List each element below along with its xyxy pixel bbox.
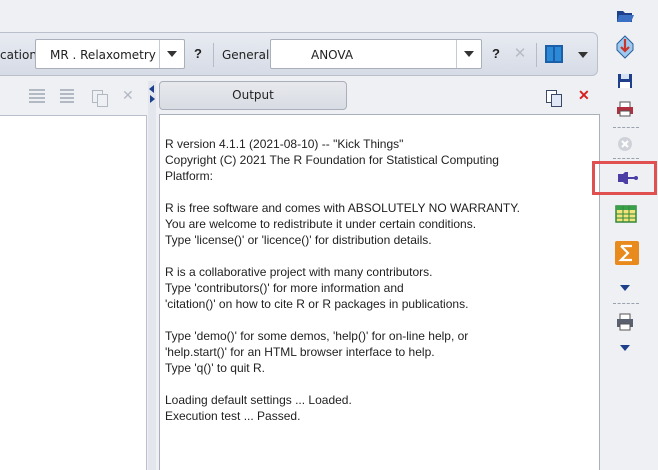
output-console[interactable]: R version 4.1.1 (2021-08-10) -- "Kick Th… <box>159 114 600 470</box>
console-line: Execution test ... Passed. <box>165 409 301 423</box>
close-icon[interactable]: ✕ <box>122 88 134 104</box>
console-line: 'help.start()' for an HTML browser inter… <box>165 345 435 359</box>
format-lines-icon[interactable] <box>29 89 45 105</box>
sum-icon[interactable] <box>615 241 639 265</box>
console-line: Platform: <box>165 169 214 183</box>
console-line: You are welcome to redistribute it under… <box>165 217 477 231</box>
tab-output[interactable]: Output <box>159 81 347 110</box>
toolbar-divider <box>613 303 639 304</box>
general-help-button[interactable]: ? <box>485 43 507 65</box>
more-caret-icon[interactable] <box>620 345 630 351</box>
console-line: Type 'q()' to quit R. <box>165 361 265 375</box>
close-output-icon[interactable]: ✕ <box>578 87 590 104</box>
collapse-left-icon[interactable] <box>149 85 154 93</box>
more-caret-icon[interactable] <box>620 285 630 291</box>
left-panel-toolbar: ✕ <box>0 81 147 115</box>
toolbar-divider <box>613 127 639 128</box>
toolbar-divider <box>613 158 639 159</box>
general-close-button[interactable]: ✕ <box>509 43 531 65</box>
save-icon[interactable] <box>615 71 635 91</box>
console-line: Copyright (C) 2021 The R Foundation for … <box>165 153 499 167</box>
general-label: General <box>222 48 270 62</box>
console-line: R is a collaborative project with many c… <box>165 265 433 279</box>
console-text: R version 4.1.1 (2021-08-10) -- "Kick Th… <box>165 136 585 424</box>
console-line: R version 4.1.1 (2021-08-10) -- "Kick Th… <box>165 137 404 151</box>
console-line: 'citation()' on how to cite R or R packa… <box>165 297 469 311</box>
chevron-down-icon[interactable] <box>159 40 184 68</box>
location-select-value: MR . Relaxometry <box>50 48 156 62</box>
toolbar-divider <box>536 43 537 67</box>
console-line: Type 'contributors()' for more informati… <box>165 281 404 295</box>
copy-output-icon[interactable] <box>545 89 562 107</box>
location-help-button[interactable]: ? <box>187 43 209 65</box>
chevron-down-icon[interactable] <box>578 52 588 58</box>
location-select[interactable]: MR . Relaxometry <box>35 39 185 69</box>
layout-icon[interactable] <box>545 45 563 63</box>
table-icon[interactable] <box>615 204 637 224</box>
console-line: Type 'demo()' for some demos, 'help()' f… <box>165 329 469 343</box>
console-line: Type 'license()' or 'licence()' for dist… <box>165 233 432 247</box>
copy-icon[interactable] <box>91 89 108 107</box>
import-icon[interactable] <box>615 35 635 59</box>
highlight-box <box>592 161 657 195</box>
open-folder-icon[interactable] <box>615 6 635 26</box>
console-line: Loading default settings ... Loaded. <box>165 393 352 407</box>
print-preview-icon[interactable] <box>615 312 635 332</box>
toolbar-divider <box>213 43 214 67</box>
print-icon[interactable] <box>615 99 635 119</box>
cancel-icon <box>618 137 632 151</box>
chevron-down-icon[interactable] <box>456 40 481 68</box>
align-lines-icon[interactable] <box>60 89 74 105</box>
location-label: cation <box>0 48 37 62</box>
right-toolbar <box>603 0 658 470</box>
general-select-value: ANOVA <box>311 48 354 62</box>
console-line: R is free software and comes with ABSOLU… <box>165 201 521 215</box>
top-toolbar: cation MR . Relaxometry ? General ANOVA … <box>0 32 598 76</box>
expand-right-icon[interactable] <box>150 95 155 103</box>
left-panel-content <box>0 115 147 470</box>
panel-splitter[interactable] <box>148 81 156 470</box>
general-select[interactable]: ANOVA <box>270 39 482 69</box>
